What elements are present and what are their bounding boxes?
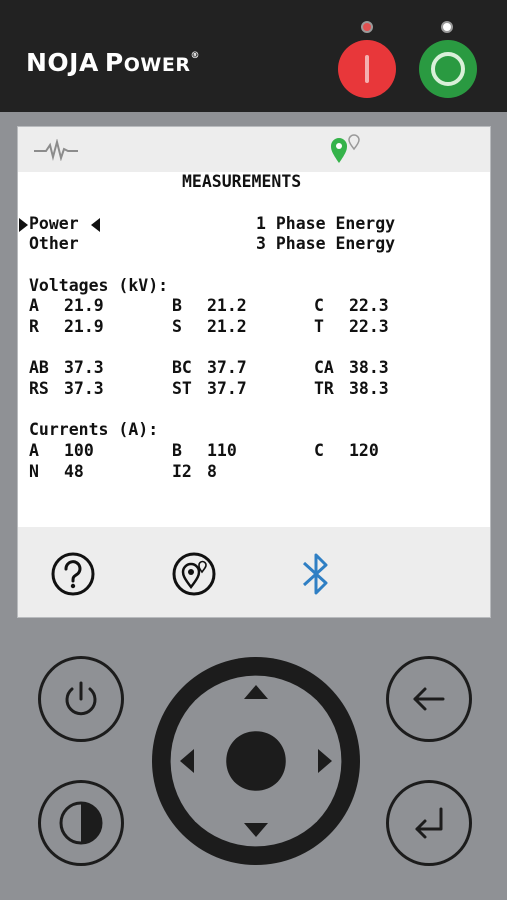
- measurements-display: MEASUREMENTS Power 1 Phase Energy Other …: [18, 172, 490, 527]
- contrast-button[interactable]: [38, 780, 124, 866]
- voltage-value: 38.3: [349, 379, 389, 398]
- header-bar: NOJA POWER®: [0, 0, 507, 112]
- voltage-value: 21.2: [207, 317, 247, 336]
- location-pin-icon[interactable]: [171, 551, 217, 597]
- help-icon[interactable]: [50, 551, 96, 597]
- voltage-label: BC: [172, 358, 192, 377]
- menu-item-1-phase-energy[interactable]: 1 Phase Energy: [256, 214, 395, 233]
- menu-item-3-phase-energy[interactable]: 3 Phase Energy: [256, 234, 395, 253]
- voltage-value: 37.7: [207, 358, 247, 377]
- back-button[interactable]: [386, 656, 472, 742]
- back-arrow-icon: [413, 687, 445, 711]
- voltage-label: B: [172, 296, 182, 315]
- voltage-label: S: [172, 317, 182, 336]
- menu-item-other[interactable]: Other: [29, 234, 79, 253]
- current-label: N: [29, 462, 39, 481]
- voltage-value: 37.3: [64, 358, 104, 377]
- gps-location-icon: [331, 134, 360, 163]
- voltage-label: AB: [29, 358, 49, 377]
- voltage-value: 37.3: [64, 379, 104, 398]
- voltage-label: RS: [29, 379, 49, 398]
- current-value: 120: [349, 441, 379, 460]
- voltage-label: A: [29, 296, 39, 315]
- voltage-value: 22.3: [349, 296, 389, 315]
- contrast-icon: [59, 801, 103, 845]
- current-value: 8: [207, 462, 217, 481]
- current-label: I2: [172, 462, 192, 481]
- current-label: B: [172, 441, 182, 460]
- current-label: A: [29, 441, 39, 460]
- trip-indicator-light: [361, 21, 373, 33]
- trip-bar-icon: [365, 55, 369, 83]
- voltage-label: C: [314, 296, 324, 315]
- voltage-value: 38.3: [349, 358, 389, 377]
- voltage-value: 22.3: [349, 317, 389, 336]
- voltage-label: CA: [314, 358, 334, 377]
- currents-heading: Currents (A):: [29, 420, 159, 439]
- enter-button[interactable]: [386, 780, 472, 866]
- current-label: C: [314, 441, 324, 460]
- voltage-label: TR: [314, 379, 334, 398]
- enter-icon: [415, 807, 443, 839]
- menu-item-power[interactable]: Power: [29, 214, 79, 233]
- current-value: 100: [64, 441, 94, 460]
- close-button[interactable]: [419, 40, 477, 98]
- selection-left-arrow-icon: [91, 218, 100, 232]
- selection-right-arrow-icon: [19, 218, 28, 232]
- trip-button[interactable]: [338, 40, 396, 98]
- power-button[interactable]: [38, 656, 124, 742]
- voltage-label: R: [29, 317, 39, 336]
- current-value: 48: [64, 462, 84, 481]
- status-bar: [18, 127, 490, 172]
- bottom-toolbar: [18, 527, 490, 617]
- close-indicator-light: [441, 21, 453, 33]
- voltage-value: 21.9: [64, 296, 104, 315]
- close-ring-icon: [431, 52, 465, 86]
- current-value: 110: [207, 441, 237, 460]
- waveform-icon: [34, 139, 78, 161]
- brand-logo: NOJA POWER®: [26, 48, 200, 77]
- voltage-value: 21.2: [207, 296, 247, 315]
- voltage-value: 37.7: [207, 379, 247, 398]
- lcd-screen: MEASUREMENTS Power 1 Phase Energy Other …: [17, 126, 491, 618]
- voltage-value: 21.9: [64, 317, 104, 336]
- power-icon: [65, 681, 97, 716]
- bluetooth-icon[interactable]: [298, 549, 334, 599]
- dpad: [152, 657, 360, 865]
- voltages-heading: Voltages (kV):: [29, 276, 169, 295]
- voltage-label: T: [314, 317, 324, 336]
- voltage-label: ST: [172, 379, 192, 398]
- screen-title: MEASUREMENTS: [182, 172, 302, 191]
